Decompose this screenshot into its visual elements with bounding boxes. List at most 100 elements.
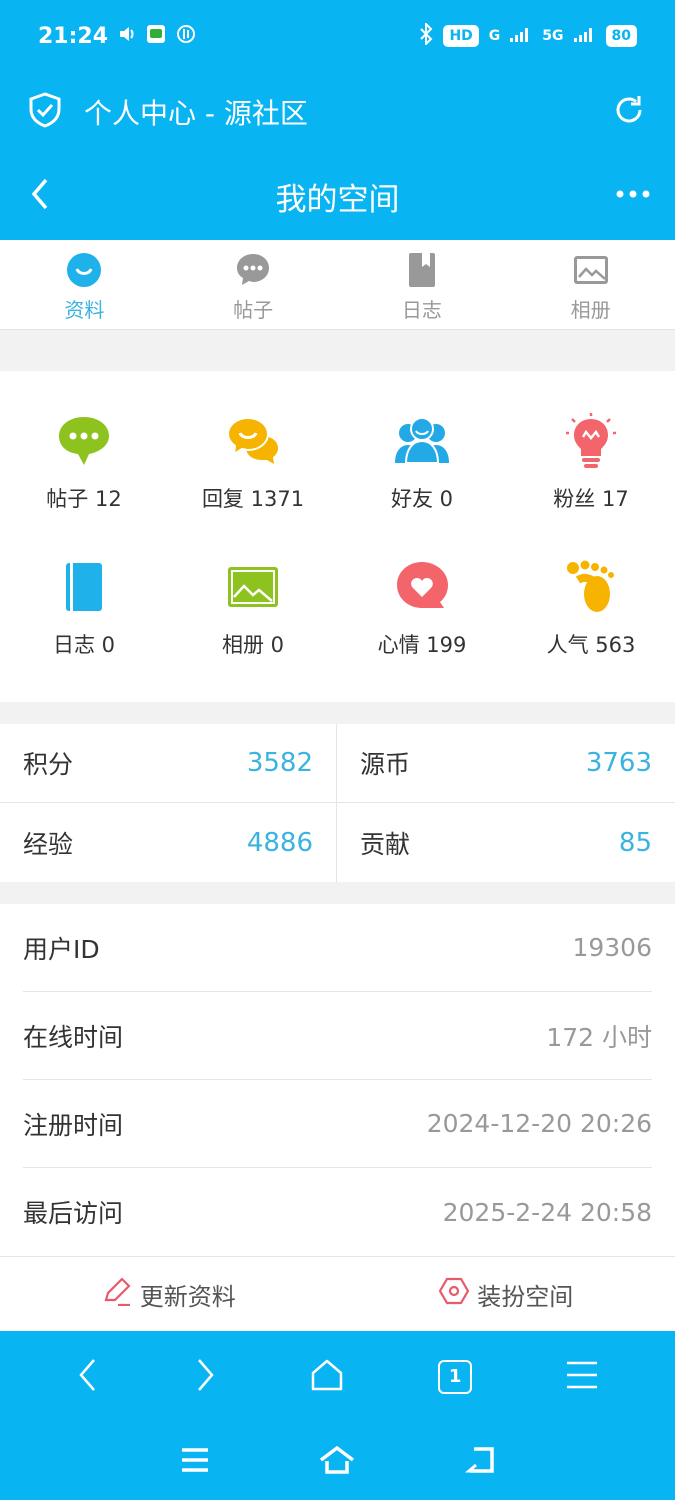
browser-title-bar: 个人中心 - 源社区: [0, 72, 675, 152]
stat-label: 粉丝 17: [553, 487, 629, 511]
points-label: 源币: [360, 750, 411, 779]
signal-icon-2: [573, 27, 596, 46]
stat-label: 心情 199: [377, 633, 467, 657]
info-row-online-time: 在线时间 172 小时: [23, 992, 652, 1080]
points-panel: 积分 3582 源币 3763 经验 4886 贡献 85: [0, 724, 675, 882]
browser-nav-bar: 1: [0, 1331, 675, 1423]
browser-home-icon[interactable]: [309, 1357, 345, 1397]
tab-label: 相册: [570, 298, 611, 322]
stat-album[interactable]: 相册 0: [169, 557, 337, 659]
tab-label: 帖子: [233, 298, 274, 322]
stat-mood[interactable]: 心情 199: [338, 557, 506, 659]
image-icon: [573, 252, 609, 288]
shield-check-icon: [28, 92, 62, 132]
tab-album[interactable]: 相册: [506, 240, 675, 329]
user-info-list: 用户ID 19306 在线时间 172 小时 注册时间 2024-12-20 2…: [0, 904, 675, 1256]
smile-icon: [66, 252, 102, 288]
stat-journal[interactable]: 日志 0: [0, 557, 168, 659]
network-5g-label: 5G: [542, 28, 564, 44]
app-notification-icon: [146, 24, 166, 48]
profile-tabs: 资料 帖子 日志 相册: [0, 240, 675, 330]
recent-apps-icon[interactable]: [180, 1447, 210, 1477]
vpn-icon: [176, 24, 196, 48]
pencil-icon: [102, 1276, 132, 1312]
stat-label: 相册 0: [221, 633, 285, 657]
update-profile-button[interactable]: 更新资料: [0, 1257, 338, 1331]
reply-bubbles-icon: [223, 411, 283, 471]
refresh-icon[interactable]: [611, 92, 647, 132]
info-label: 注册时间: [23, 1110, 124, 1140]
profile-actions: 更新资料 装扮空间: [0, 1256, 675, 1331]
stat-label: 回复 1371: [201, 487, 305, 511]
info-row-register-time: 注册时间 2024-12-20 20:26: [23, 1080, 652, 1168]
chat-dots-icon: [54, 411, 114, 471]
info-label: 在线时间: [23, 1022, 124, 1052]
status-bar: 21:24 HD G 5G 80: [0, 0, 675, 72]
points-value: 4886: [246, 827, 313, 858]
system-back-icon[interactable]: [464, 1446, 496, 1478]
info-value: 2025-2-24 20:58: [442, 1197, 652, 1227]
browser-back-icon[interactable]: [76, 1357, 100, 1397]
info-row-last-visit: 最后访问 2025-2-24 20:58: [23, 1168, 652, 1256]
menu-icon[interactable]: [565, 1360, 599, 1394]
sound-icon: [118, 25, 136, 47]
tab-label: 日志: [401, 298, 442, 322]
info-label: 用户ID: [23, 934, 100, 964]
bookmark-icon: [408, 252, 436, 288]
info-value: 172 小时: [546, 1022, 652, 1052]
info-value: 2024-12-20 20:26: [426, 1109, 652, 1138]
stat-label: 人气 563: [546, 633, 636, 657]
more-icon[interactable]: [615, 186, 651, 205]
stat-label: 好友 0: [390, 487, 454, 511]
back-icon[interactable]: [28, 176, 52, 216]
points-value: 3763: [585, 748, 652, 778]
stat-label: 帖子 12: [46, 487, 122, 511]
stat-fans[interactable]: 粉丝 17: [507, 411, 675, 513]
decorate-space-button[interactable]: 装扮空间: [338, 1257, 675, 1331]
status-time: 21:24: [38, 23, 109, 49]
decorate-space-label: 装扮空间: [477, 1282, 574, 1311]
browser-forward-icon[interactable]: [193, 1357, 217, 1397]
heart-bubble-icon: [392, 557, 452, 617]
stat-posts[interactable]: 帖子 12: [0, 411, 168, 513]
battery-level: 80: [605, 25, 637, 47]
chat-bubble-icon: [235, 252, 271, 288]
points-label: 经验: [23, 829, 74, 859]
signal-icon: [510, 27, 532, 46]
points-credits: 积分 3582: [0, 724, 337, 803]
lightbulb-icon: [561, 411, 621, 471]
notebook-icon: [54, 557, 114, 617]
info-row-user-id: 用户ID 19306: [23, 904, 652, 992]
hd-badge: HD: [443, 25, 479, 47]
system-nav-bar: [0, 1423, 675, 1500]
tab-profile[interactable]: 资料: [0, 240, 169, 329]
tabs-count-button[interactable]: 1: [438, 1360, 473, 1394]
tabs-count: 1: [448, 1366, 462, 1387]
friends-icon: [392, 411, 452, 471]
page-title: 我的空间: [275, 181, 400, 218]
points-experience: 经验 4886: [0, 803, 337, 882]
tab-label: 资料: [64, 298, 105, 322]
info-label: 最后访问: [23, 1199, 124, 1228]
points-contribution: 贡献 85: [337, 803, 675, 882]
bluetooth-icon: [419, 21, 433, 49]
hexagon-icon: [438, 1276, 470, 1312]
home-icon[interactable]: [318, 1445, 356, 1479]
tab-journal[interactable]: 日志: [338, 240, 507, 329]
stat-replies[interactable]: 回复 1371: [169, 411, 337, 513]
points-value: 85: [618, 827, 652, 858]
browser-page-title: 个人中心 - 源社区: [84, 97, 308, 130]
footprint-icon: [561, 557, 621, 617]
tab-posts[interactable]: 帖子: [169, 240, 338, 329]
stat-popularity[interactable]: 人气 563: [507, 557, 675, 659]
stats-grid: 帖子 12 回复 1371 好友 0 粉丝 17 日志 0 相册 0 心情 19…: [0, 371, 675, 702]
network-g-label: G: [488, 28, 501, 44]
points-label: 贡献: [360, 829, 411, 859]
points-coins: 源币 3763: [337, 724, 675, 803]
points-label: 积分: [23, 750, 74, 779]
info-value: 19306: [572, 933, 652, 962]
stat-friends[interactable]: 好友 0: [338, 411, 506, 513]
update-profile-label: 更新资料: [139, 1282, 236, 1311]
stat-label: 日志 0: [52, 633, 116, 657]
photo-icon: [223, 557, 283, 617]
